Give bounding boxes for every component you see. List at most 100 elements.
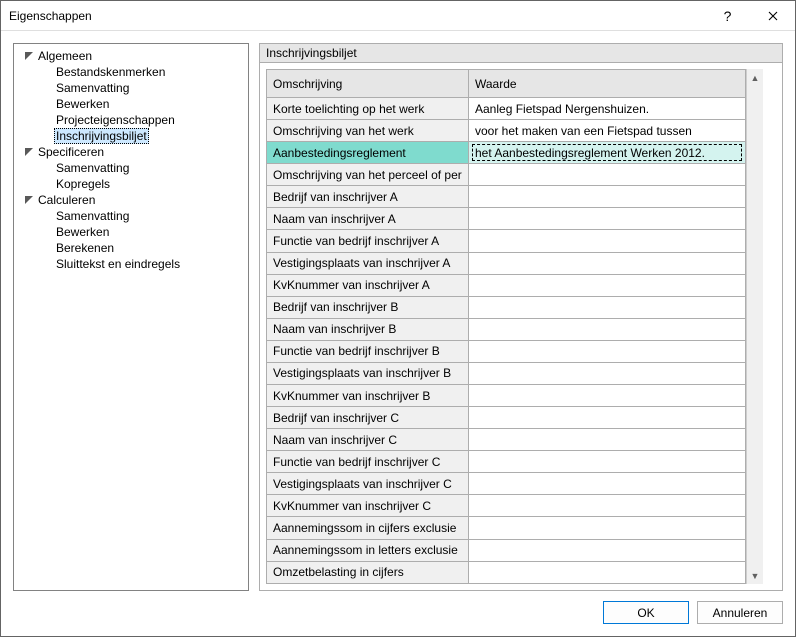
tree-item[interactable]: Berekenen bbox=[16, 240, 246, 256]
property-name-cell[interactable]: Aannemingssom in letters exclusie bbox=[267, 539, 469, 561]
property-value-cell[interactable] bbox=[469, 274, 746, 296]
property-name-cell[interactable]: Vestigingsplaats van inschrijver A bbox=[267, 252, 469, 274]
property-name-cell[interactable]: Naam van inschrijver C bbox=[267, 429, 469, 451]
property-value-cell[interactable]: Aanleg Fietspad Nergenshuizen. bbox=[469, 98, 746, 120]
property-name-cell[interactable]: Functie van bedrijf inschrijver C bbox=[267, 451, 469, 473]
expand-collapse-icon[interactable] bbox=[22, 148, 36, 156]
scroll-down-icon[interactable]: ▼ bbox=[747, 567, 763, 584]
table-row[interactable]: Naam van inschrijver A bbox=[267, 208, 746, 230]
property-name-cell[interactable]: KvKnummer van inschrijver C bbox=[267, 495, 469, 517]
property-name-cell[interactable]: Aannemingssom in cijfers exclusie bbox=[267, 517, 469, 539]
properties-grid[interactable]: Omschrijving Waarde Korte toelichting op… bbox=[266, 69, 746, 584]
tree-item[interactable]: Kopregels bbox=[16, 176, 246, 192]
table-row[interactable]: Vestigingsplaats van inschrijver C bbox=[267, 473, 746, 495]
expand-collapse-icon[interactable] bbox=[22, 52, 36, 60]
tree-item[interactable]: Bestandskenmerken bbox=[16, 64, 246, 80]
property-name-cell[interactable]: Omzetbelasting in cijfers bbox=[267, 561, 469, 583]
table-row[interactable]: Naam van inschrijver C bbox=[267, 429, 746, 451]
tree-item-label: Kopregels bbox=[54, 176, 112, 192]
property-name-cell[interactable]: KvKnummer van inschrijver B bbox=[267, 385, 469, 407]
property-value-cell[interactable] bbox=[469, 385, 746, 407]
property-value-cell[interactable] bbox=[469, 517, 746, 539]
property-value-cell[interactable] bbox=[469, 561, 746, 583]
table-row[interactable]: Aanbestedingsreglementhet Aanbestedingsr… bbox=[267, 142, 746, 164]
property-name-cell[interactable]: Aanbestedingsreglement bbox=[267, 142, 469, 164]
property-value-cell[interactable] bbox=[469, 230, 746, 252]
table-row[interactable]: Omschrijving van het werkvoor het maken … bbox=[267, 120, 746, 142]
tree-group[interactable]: Specificeren bbox=[16, 144, 246, 160]
table-row[interactable]: Omschrijving van het perceel of per bbox=[267, 164, 746, 186]
tree-item[interactable]: Projecteigenschappen bbox=[16, 112, 246, 128]
property-value-cell[interactable] bbox=[469, 473, 746, 495]
cancel-button[interactable]: Annuleren bbox=[697, 601, 783, 624]
tree-item[interactable]: Bewerken bbox=[16, 96, 246, 112]
property-value-cell[interactable] bbox=[469, 164, 746, 186]
property-name-cell[interactable]: Omschrijving van het perceel of per bbox=[267, 164, 469, 186]
property-name-cell[interactable]: Naam van inschrijver B bbox=[267, 318, 469, 340]
scroll-up-icon[interactable]: ▲ bbox=[747, 69, 763, 86]
table-row[interactable]: Bedrijf van inschrijver A bbox=[267, 186, 746, 208]
expand-collapse-icon[interactable] bbox=[22, 196, 36, 204]
property-value-cell[interactable] bbox=[469, 451, 746, 473]
help-button[interactable]: ? bbox=[705, 1, 750, 30]
property-name-cell[interactable]: KvKnummer van inschrijver A bbox=[267, 274, 469, 296]
property-name-cell[interactable]: Korte toelichting op het werk bbox=[267, 98, 469, 120]
tree-item[interactable]: Sluittekst en eindregels bbox=[16, 256, 246, 272]
tree-item-label: Bewerken bbox=[54, 96, 111, 112]
property-value-cell[interactable] bbox=[469, 429, 746, 451]
table-row[interactable]: Korte toelichting op het werkAanleg Fiet… bbox=[267, 98, 746, 120]
tree-item[interactable]: Samenvatting bbox=[16, 160, 246, 176]
tree-item[interactable]: Samenvatting bbox=[16, 80, 246, 96]
property-value-cell[interactable] bbox=[469, 539, 746, 561]
property-value-cell[interactable] bbox=[469, 362, 746, 384]
property-value-cell[interactable] bbox=[469, 407, 746, 429]
tree-item[interactable]: Bewerken bbox=[16, 224, 246, 240]
property-name-cell[interactable]: Bedrijf van inschrijver B bbox=[267, 296, 469, 318]
property-value-cell[interactable] bbox=[469, 340, 746, 362]
property-value-cell[interactable] bbox=[469, 186, 746, 208]
table-row[interactable]: Aannemingssom in cijfers exclusie bbox=[267, 517, 746, 539]
table-row[interactable]: Functie van bedrijf inschrijver C bbox=[267, 451, 746, 473]
property-name-cell[interactable]: Vestigingsplaats van inschrijver C bbox=[267, 473, 469, 495]
property-name-cell[interactable]: Functie van bedrijf inschrijver B bbox=[267, 340, 469, 362]
dialog-footer: OK Annuleren bbox=[1, 591, 795, 636]
table-row[interactable]: KvKnummer van inschrijver A bbox=[267, 274, 746, 296]
table-row[interactable]: KvKnummer van inschrijver C bbox=[267, 495, 746, 517]
tree-group-label: Specificeren bbox=[36, 144, 106, 160]
table-row[interactable]: Omzetbelasting in cijfers bbox=[267, 561, 746, 583]
property-value-cell[interactable]: voor het maken van een Fietspad tussen bbox=[469, 120, 746, 142]
table-row[interactable]: Bedrijf van inschrijver B bbox=[267, 296, 746, 318]
table-row[interactable]: Aannemingssom in letters exclusie bbox=[267, 539, 746, 561]
table-row[interactable]: Functie van bedrijf inschrijver B bbox=[267, 340, 746, 362]
tree-item-label: Bestandskenmerken bbox=[54, 64, 167, 80]
property-value-cell[interactable] bbox=[469, 208, 746, 230]
property-name-cell[interactable]: Omschrijving van het werk bbox=[267, 120, 469, 142]
ok-button[interactable]: OK bbox=[603, 601, 689, 624]
property-value-cell[interactable] bbox=[469, 296, 746, 318]
tree-item[interactable]: Samenvatting bbox=[16, 208, 246, 224]
vertical-scrollbar[interactable]: ▲ ▼ bbox=[746, 69, 763, 584]
table-row[interactable]: Vestigingsplaats van inschrijver B bbox=[267, 362, 746, 384]
tree-group[interactable]: Algemeen bbox=[16, 48, 246, 64]
table-row[interactable]: Bedrijf van inschrijver C bbox=[267, 407, 746, 429]
tree-item-label: Berekenen bbox=[54, 240, 116, 256]
property-name-cell[interactable]: Naam van inschrijver A bbox=[267, 208, 469, 230]
table-row[interactable]: KvKnummer van inschrijver B bbox=[267, 385, 746, 407]
property-name-cell[interactable]: Vestigingsplaats van inschrijver B bbox=[267, 362, 469, 384]
property-value-cell[interactable]: het Aanbestedingsreglement Werken 2012. bbox=[469, 142, 746, 164]
property-name-cell[interactable]: Functie van bedrijf inschrijver A bbox=[267, 230, 469, 252]
property-value-cell[interactable] bbox=[469, 495, 746, 517]
close-button[interactable] bbox=[750, 1, 795, 30]
tree-item-label: Bewerken bbox=[54, 224, 111, 240]
table-row[interactable]: Vestigingsplaats van inschrijver A bbox=[267, 252, 746, 274]
tree-group[interactable]: Calculeren bbox=[16, 192, 246, 208]
column-header-description[interactable]: Omschrijving bbox=[267, 70, 469, 98]
property-name-cell[interactable]: Bedrijf van inschrijver C bbox=[267, 407, 469, 429]
column-header-value[interactable]: Waarde bbox=[469, 70, 746, 98]
tree-item[interactable]: Inschrijvingsbiljet bbox=[16, 128, 246, 144]
table-row[interactable]: Functie van bedrijf inschrijver A bbox=[267, 230, 746, 252]
property-value-cell[interactable] bbox=[469, 318, 746, 340]
table-row[interactable]: Naam van inschrijver B bbox=[267, 318, 746, 340]
property-name-cell[interactable]: Bedrijf van inschrijver A bbox=[267, 186, 469, 208]
property-value-cell[interactable] bbox=[469, 252, 746, 274]
